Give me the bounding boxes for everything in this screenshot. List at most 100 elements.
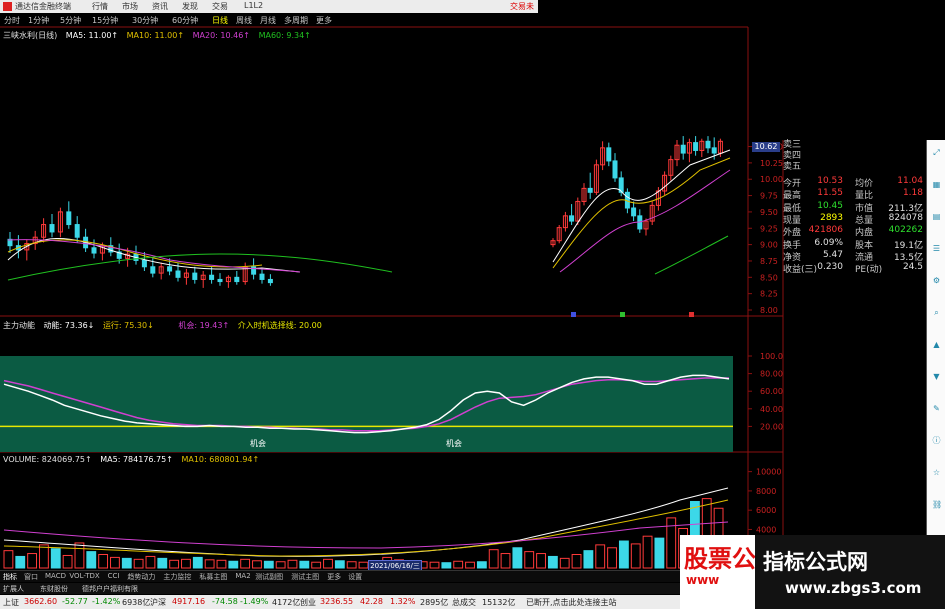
indicator-tab[interactable]: 指标	[3, 572, 17, 582]
indicator-axis-label: 40.00	[760, 405, 783, 414]
quote-row: 换手 6.09% 股本 19.1亿	[783, 238, 925, 251]
volume-bar	[121, 557, 132, 569]
chart-canvas: 10.5010.2510.009.759.509.259.008.758.508…	[0, 26, 784, 570]
volume-bar	[559, 557, 570, 569]
indicator-tab[interactable]: 测试主图	[291, 572, 319, 582]
indicator-background	[0, 356, 733, 452]
status-item: 3236.55	[320, 597, 354, 606]
opportunity-label: 机会	[250, 438, 266, 448]
arrow-down-icon[interactable]: ▼	[932, 372, 941, 381]
volume-bar	[358, 561, 369, 569]
quote-label: 均价	[855, 179, 874, 189]
indicator-tab[interactable]: 更多	[327, 572, 341, 582]
quote-label: 换手	[783, 240, 802, 251]
quote-value: 2893	[820, 212, 843, 223]
volume-bar	[607, 547, 617, 569]
status-item: 4172亿	[272, 598, 301, 607]
volume-bar	[465, 561, 475, 569]
trading-app: 通达信金融终端 行情 市场 资讯 发现 交易 L1L2 交易未 分时 1分钟 5分钟…	[0, 0, 945, 609]
status-item: 42.28	[360, 597, 383, 606]
status-item: 2895亿	[420, 598, 449, 607]
candle-body	[251, 266, 257, 275]
indicator-tab[interactable]: 设置	[348, 572, 362, 582]
candle-body	[711, 147, 717, 154]
volume-axis-label: 4000	[756, 525, 776, 534]
volume-bar	[204, 559, 215, 569]
candle-body	[606, 147, 612, 162]
indicator-tab[interactable]: MA2	[235, 572, 250, 580]
event-marker	[689, 312, 694, 317]
indicator-tab[interactable]: CCI	[108, 572, 120, 580]
quote-label: 外盘	[783, 228, 802, 239]
price-axis-label: 9.75	[760, 192, 778, 201]
volume-bar	[86, 551, 97, 569]
indicator-axis-label: 20.00	[760, 422, 783, 431]
indicator-name[interactable]: 主力动能	[3, 321, 35, 330]
watermark-small-text: www	[686, 573, 720, 587]
info-strip-item[interactable]: 东财股份	[40, 584, 68, 594]
info-strip-item[interactable]: 扩展人	[3, 584, 24, 594]
volume-bar	[50, 548, 61, 569]
quote-label: 现量	[783, 215, 802, 226]
ma20-line	[559, 169, 731, 273]
candle-body	[66, 211, 72, 226]
quote-row: 净资 5.47 流通 13.5亿	[783, 250, 925, 263]
indicator-tab[interactable]: 主力监控	[163, 572, 191, 582]
volume-bar	[181, 558, 191, 569]
chart-icon[interactable]: ▦	[932, 180, 941, 189]
indicator-tab[interactable]: VOL-TDX	[69, 572, 99, 580]
price-axis-label: 10.00	[760, 175, 783, 184]
volume-bar	[145, 555, 156, 569]
list-icon[interactable]: ☰	[932, 244, 941, 253]
info-icon[interactable]: ⓘ	[932, 436, 941, 445]
candle-body	[693, 142, 699, 151]
indicator-threshold-label: 介入时机选择线: 20.00	[237, 321, 322, 330]
ma10-line	[7, 239, 263, 268]
indicator-tab[interactable]: 趋势动力	[127, 572, 155, 582]
grid-icon[interactable]: ▤	[932, 212, 941, 221]
quote-value: 10.45	[817, 200, 843, 211]
indicator-tab[interactable]: 窗口	[24, 572, 38, 582]
quote-label: 市值	[855, 203, 874, 214]
volume-bar	[346, 561, 357, 569]
volume-bar	[524, 551, 535, 569]
candle-body	[175, 270, 181, 278]
right-toolbar: ⤢ ▦ ▤ ☰ ⚙ ⌕ ▲ ▼ ✎ ⓘ ☆ ⛓	[926, 140, 945, 560]
quote-label: 内盘	[855, 228, 874, 239]
indicator-tab[interactable]: 私募主图	[199, 572, 227, 582]
volume-ma10: MA10: 680801.94↑	[181, 455, 260, 464]
arrow-up-icon[interactable]: ▲	[932, 340, 941, 349]
volume-bar	[618, 540, 629, 569]
candle-body	[91, 247, 97, 254]
stock-name[interactable]: 三峡水利(日线)	[3, 31, 57, 40]
volume-axis-label: 6000	[756, 506, 776, 515]
volume-bar	[192, 556, 203, 569]
watermark-right-logo: 指标公式网 www.zbgs3.com	[755, 535, 945, 609]
info-strip-item[interactable]: 德邦户户福利有限	[82, 584, 138, 594]
tool-icon[interactable]: ✎	[932, 404, 941, 413]
indicator-jihui: 机会: 19.43↑	[178, 321, 230, 330]
quote-value: 1.18	[902, 188, 923, 199]
quote-panel: 今开 10.53 均价 11.04 最高 11.55 量比 1.18 最低 10.45 市值 211.…	[783, 140, 925, 276]
ma10-value: MA10: 11.00↑	[126, 31, 185, 40]
expand-icon[interactable]: ⤢	[932, 148, 941, 157]
star-icon[interactable]: ☆	[932, 468, 941, 477]
candle-body	[680, 144, 686, 154]
status-item[interactable]: 已断开,点击此处连接主站	[526, 597, 617, 608]
zoom-icon[interactable]: ⌕	[932, 308, 941, 317]
watermark-site-url: www.zbgs3.com	[785, 579, 922, 597]
status-item: -74.58	[212, 597, 238, 606]
volume-bar	[27, 553, 38, 569]
status-item: 6938亿	[122, 598, 151, 607]
settings-icon[interactable]: ⚙	[932, 276, 941, 285]
indicator-tab[interactable]: MACD	[45, 572, 66, 580]
volume-value[interactable]: VOLUME: 824069.75↑	[3, 455, 92, 464]
volume-axis-label: 10000	[756, 468, 781, 477]
ma-legend: 三峡水利(日线) MA5: 11.00↑ MA10: 11.00↑ MA20: …	[3, 30, 317, 41]
candle-body	[167, 266, 173, 272]
indicator-tab[interactable]: 测试副图	[255, 572, 283, 582]
volume-bar	[642, 535, 653, 569]
volume-bar	[299, 560, 310, 569]
link-icon[interactable]: ⛓	[932, 500, 942, 509]
quote-value: 0.230	[817, 262, 843, 273]
